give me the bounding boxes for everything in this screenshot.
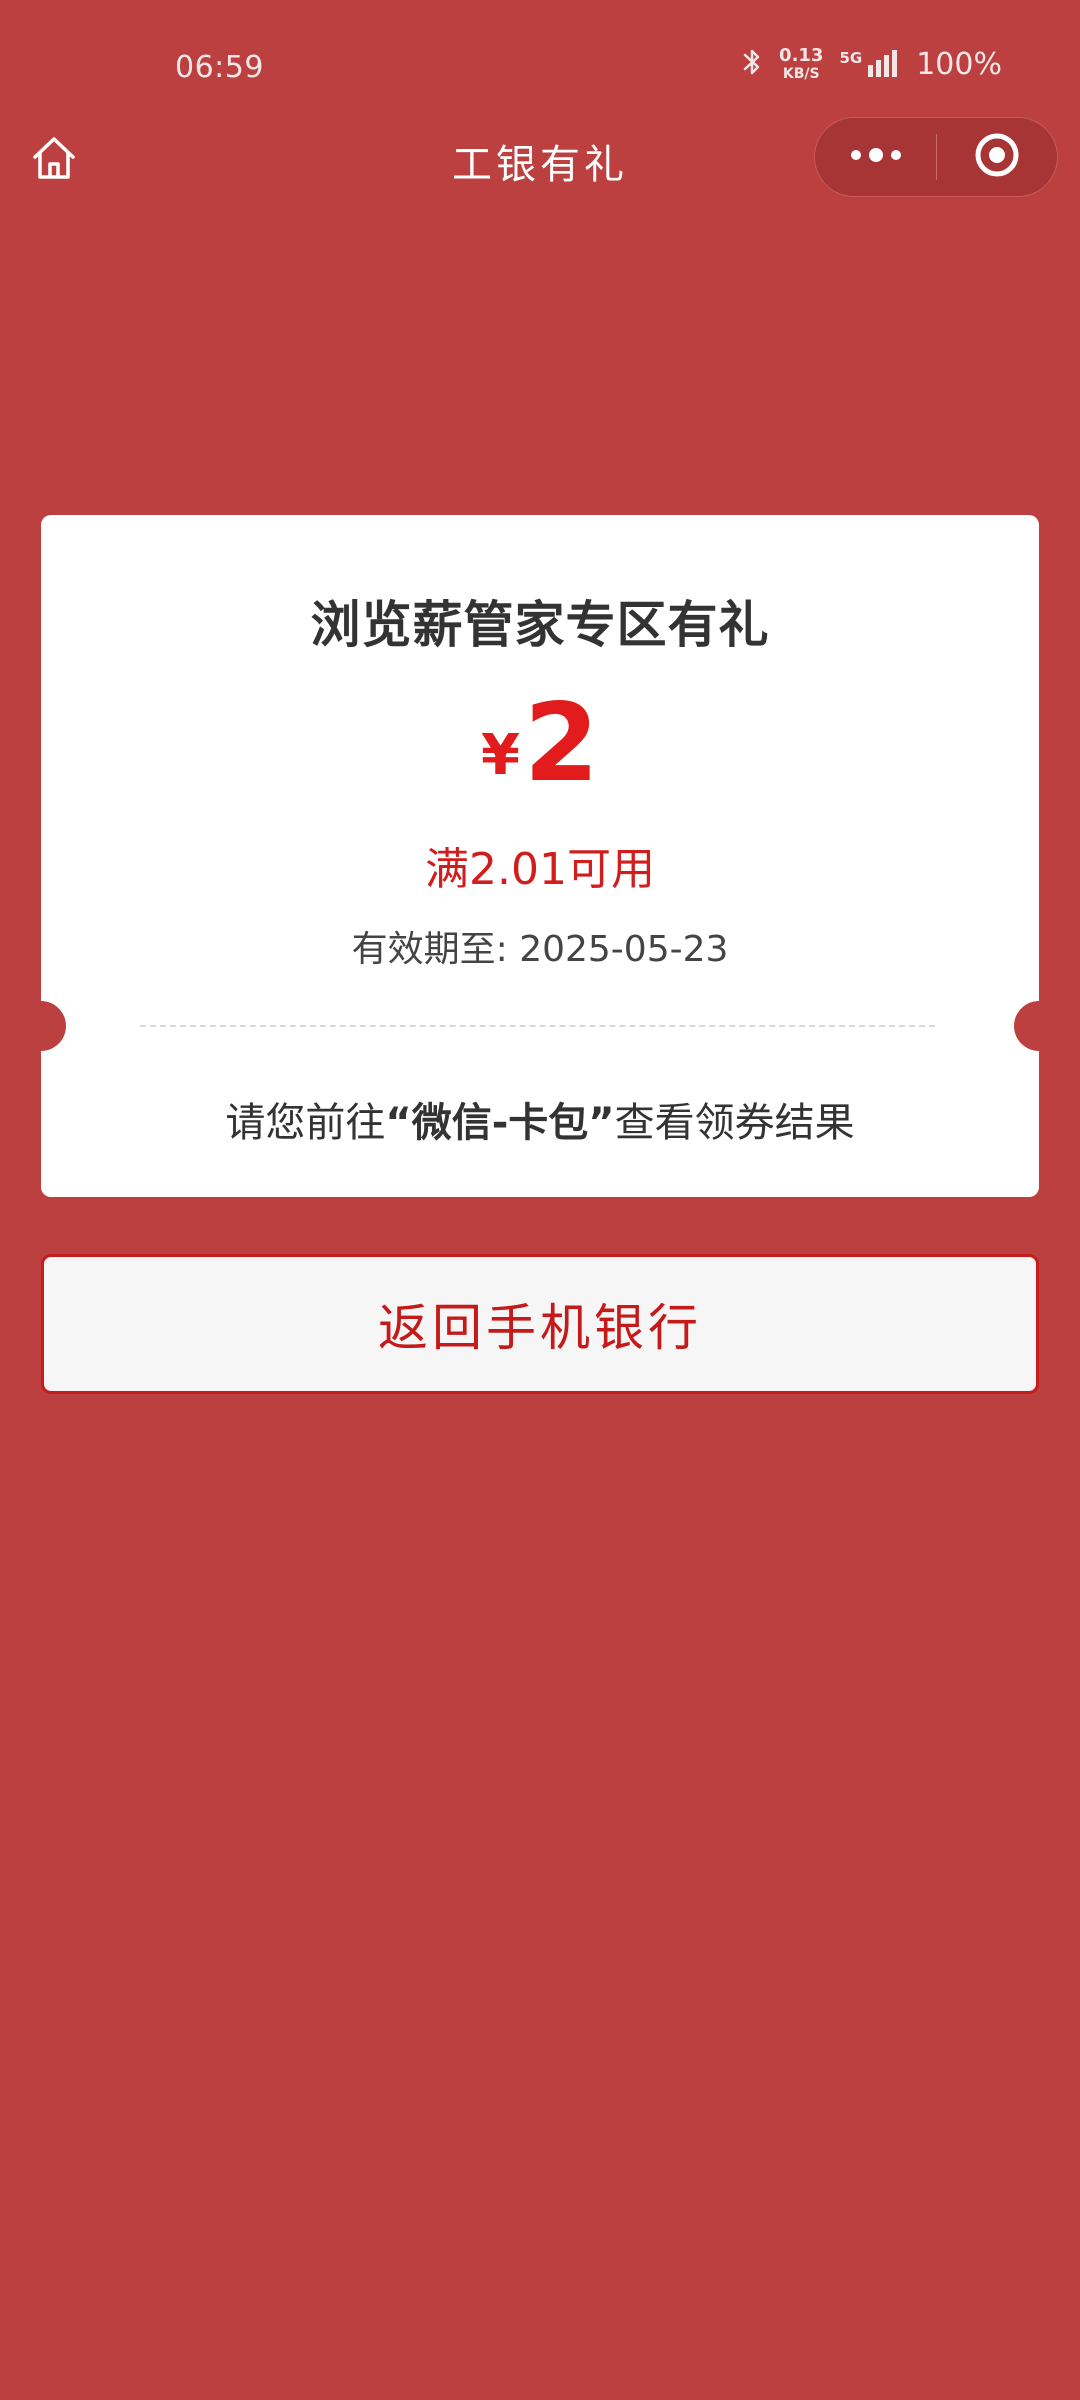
status-time: 06:59 (175, 50, 264, 85)
coupon-validity: 有效期至: 2025-05-23 (41, 920, 1039, 972)
mini-program-capsule (814, 117, 1058, 197)
coupon-hint: 请您前往“微信-卡包”查看领券结果 (41, 1090, 1039, 1148)
return-to-mobile-bank-button[interactable]: 返回手机银行 (41, 1254, 1039, 1394)
network-type: 5G (839, 49, 863, 67)
coupon-divider (140, 1025, 935, 1027)
battery-level: 100% (916, 46, 1002, 82)
validity-date: 2025-05-23 (519, 929, 729, 970)
signal-icon: 5G (839, 49, 900, 79)
network-speed-unit: KB/S (782, 66, 820, 82)
hint-prefix: 请您前往 (225, 1100, 386, 1146)
target-close-icon (973, 131, 1021, 183)
coupon-notch-right (1014, 1001, 1064, 1051)
close-button[interactable] (937, 117, 1057, 197)
validity-label: 有效期至: (351, 929, 508, 970)
network-speed-value: 0.13 (779, 45, 824, 66)
status-indicators: 0.13 KB/S 5G 100% (741, 46, 1002, 82)
coupon-notch-left (16, 1001, 66, 1051)
bluetooth-icon (741, 46, 763, 82)
currency-symbol: ¥ (480, 723, 520, 788)
more-dots-icon (848, 145, 904, 169)
coupon-value: 2 (523, 681, 600, 806)
more-button[interactable] (815, 117, 936, 197)
network-speed: 0.13 KB/S (779, 45, 824, 82)
coupon-condition: 满2.01可用 (425, 844, 655, 895)
hint-emphasis: “微信-卡包” (385, 1100, 615, 1146)
coupon-card: 浏览薪管家专区有礼 ¥2 满2.01可用 有效期至: 2025-05-23 请您… (16, 515, 1064, 1197)
nav-bar: 工银有礼 (0, 110, 1080, 210)
hint-suffix: 查看领券结果 (614, 1100, 855, 1146)
coupon-title: 浏览薪管家专区有礼 (310, 596, 770, 654)
coupon-amount: ¥2 (41, 690, 1039, 798)
